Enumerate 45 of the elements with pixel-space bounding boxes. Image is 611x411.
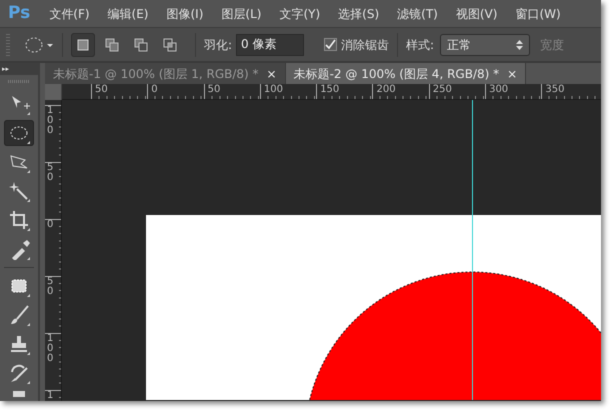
- new-selection-button[interactable]: [71, 32, 95, 56]
- overlapping-squares-icon: [162, 36, 178, 52]
- style-dropdown[interactable]: 正常: [440, 34, 530, 56]
- square-icon: [75, 36, 91, 52]
- ruler-label: 50: [95, 84, 108, 95]
- menu-item[interactable]: 图像(I): [160, 4, 214, 22]
- up-down-arrows-icon: [516, 40, 524, 50]
- anti-alias-label: 消除锯齿: [341, 36, 390, 54]
- close-tab-button[interactable]: ×: [266, 64, 277, 82]
- overlapping-squares-icon: [104, 36, 120, 52]
- ruler-label: 0: [151, 84, 158, 95]
- feather-label: 羽化:: [204, 36, 232, 54]
- ruler-label: 1: [47, 391, 54, 401]
- ruler-label: 300: [489, 84, 508, 95]
- ruler-label: 100: [47, 106, 54, 136]
- ruler-label: 100: [47, 334, 54, 364]
- ruler-label: 0: [47, 220, 54, 230]
- ruler-label: 50: [47, 163, 54, 183]
- overlapping-squares-icon: [133, 36, 149, 52]
- ruler-label: 150: [320, 84, 340, 95]
- document-tab[interactable]: 未标题-2 @ 100% (图层 4, RGB/8) * ×: [286, 63, 526, 84]
- ruler-label: 50: [47, 277, 54, 297]
- document-tab[interactable]: 未标题-1 @ 100% (图层 1, RGB/8) * ×: [45, 63, 286, 84]
- menu-item[interactable]: 视图(V): [448, 4, 508, 22]
- menu-item[interactable]: 文字(Y): [272, 4, 332, 22]
- menu-item[interactable]: 编辑(E): [100, 4, 160, 22]
- menu-item[interactable]: 窗口(W): [508, 4, 572, 22]
- ellipse-marquee-icon[interactable]: [24, 36, 54, 54]
- ruler-label: 250: [432, 84, 452, 95]
- menu-item[interactable]: 滤镜(T): [390, 4, 449, 22]
- ruler-corner: [45, 84, 62, 100]
- close-tab-button[interactable]: ×: [507, 64, 518, 82]
- app-logo: Ps: [7, 2, 32, 25]
- width-label: 宽度: [540, 36, 564, 54]
- menu-item[interactable]: 选择(S): [331, 4, 390, 22]
- menu-item[interactable]: 图层(L): [214, 4, 272, 22]
- anti-alias-checkbox[interactable]: [324, 38, 338, 51]
- ruler-label: 50: [208, 84, 220, 95]
- style-label: 样式:: [406, 36, 434, 54]
- ruler-label: 350: [545, 84, 564, 95]
- feather-field[interactable]: 0 像素: [236, 34, 304, 56]
- ruler-label: 200: [376, 84, 396, 95]
- menu-item[interactable]: 文件(F): [42, 4, 101, 22]
- ruler-label: 100: [264, 84, 283, 95]
- ellipse-marquee-icon[interactable]: [4, 120, 34, 146]
